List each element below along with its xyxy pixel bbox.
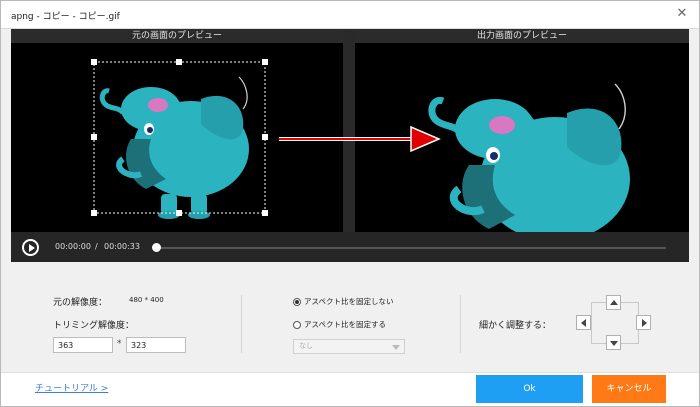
settings-panel: 元の解像度： 480 * 400 トリミング解像度： * アスペクト比を固定しな… bbox=[11, 265, 689, 367]
trim-width-input[interactable] bbox=[53, 337, 113, 353]
player-controls: 00:00:00 / 00:00:33 bbox=[11, 232, 689, 262]
footer-bar: チュートリアル > Ok キャンセル bbox=[1, 372, 699, 406]
crop-handle[interactable] bbox=[262, 59, 268, 65]
arrow-up-icon[interactable] bbox=[606, 295, 621, 310]
original-preview-pane: 元の画面のプレビュー bbox=[11, 29, 343, 232]
window-title: apng - コピー - コピー.gif bbox=[11, 12, 120, 22]
seek-track[interactable] bbox=[154, 247, 666, 249]
preview-area: 元の画面のプレビュー 出力画面のプレビュー 00:00:00 / 00:00:3… bbox=[11, 29, 689, 262]
preview-divider bbox=[343, 29, 355, 232]
current-time: 00:00:00 bbox=[55, 242, 91, 251]
crop-handle[interactable] bbox=[176, 59, 182, 65]
trim-dialog: apng - コピー - コピー.gif ✕ 元の画面のプレビュー 出力画面のプ… bbox=[0, 0, 700, 407]
play-icon[interactable] bbox=[22, 239, 39, 256]
crop-handle[interactable] bbox=[262, 210, 268, 216]
output-preview-pane: 出力画面のプレビュー bbox=[355, 29, 689, 232]
aspect-fixed-label: アスペクト比を固定する bbox=[304, 320, 386, 329]
output-preview-canvas bbox=[428, 83, 630, 232]
trim-separator: * bbox=[117, 339, 122, 349]
settings-divider bbox=[241, 295, 242, 353]
time-separator: / bbox=[95, 242, 98, 251]
trim-height-input[interactable] bbox=[126, 337, 186, 353]
original-preview-canvas bbox=[91, 59, 268, 219]
fine-adjust-label: 細かく調整する： bbox=[479, 321, 552, 331]
crop-handle[interactable] bbox=[262, 134, 268, 140]
original-resolution-label: 元の解像度： bbox=[53, 298, 108, 308]
aspect-free-radio[interactable] bbox=[293, 297, 301, 306]
ok-button[interactable]: Ok bbox=[476, 375, 583, 403]
aspect-fixed-option[interactable]: アスペクト比を固定する bbox=[293, 319, 386, 330]
arrow-left-icon[interactable] bbox=[576, 315, 591, 330]
aspect-free-label: アスペクト比を固定しない bbox=[304, 297, 394, 306]
seek-knob[interactable] bbox=[152, 243, 161, 252]
trim-resolution-label: トリミング解像度： bbox=[53, 321, 135, 331]
close-icon[interactable]: ✕ bbox=[675, 7, 689, 21]
cancel-button[interactable]: キャンセル bbox=[592, 375, 666, 403]
crop-handle[interactable] bbox=[91, 210, 97, 216]
crop-handle[interactable] bbox=[91, 59, 97, 65]
elephant-image-output bbox=[428, 83, 630, 232]
crop-handle[interactable] bbox=[176, 210, 182, 216]
elephant-image-original bbox=[99, 76, 249, 219]
total-time: 00:00:33 bbox=[104, 242, 140, 251]
aspect-ratio-select[interactable]: なし bbox=[293, 339, 405, 354]
aspect-fixed-radio[interactable] bbox=[293, 320, 301, 329]
arrow-right-icon[interactable] bbox=[636, 315, 651, 330]
original-resolution-value: 480 * 400 bbox=[129, 296, 164, 304]
aspect-ratio-select-value: なし bbox=[299, 342, 313, 350]
crop-handle[interactable] bbox=[91, 134, 97, 140]
settings-divider bbox=[460, 295, 461, 353]
title-bar: apng - コピー - コピー.gif ✕ bbox=[1, 1, 699, 29]
arrow-down-icon[interactable] bbox=[606, 335, 621, 350]
tutorial-link[interactable]: チュートリアル > bbox=[35, 381, 108, 394]
dropdown-arrow-icon bbox=[392, 345, 400, 350]
aspect-free-option[interactable]: アスペクト比を固定しない bbox=[293, 296, 393, 307]
